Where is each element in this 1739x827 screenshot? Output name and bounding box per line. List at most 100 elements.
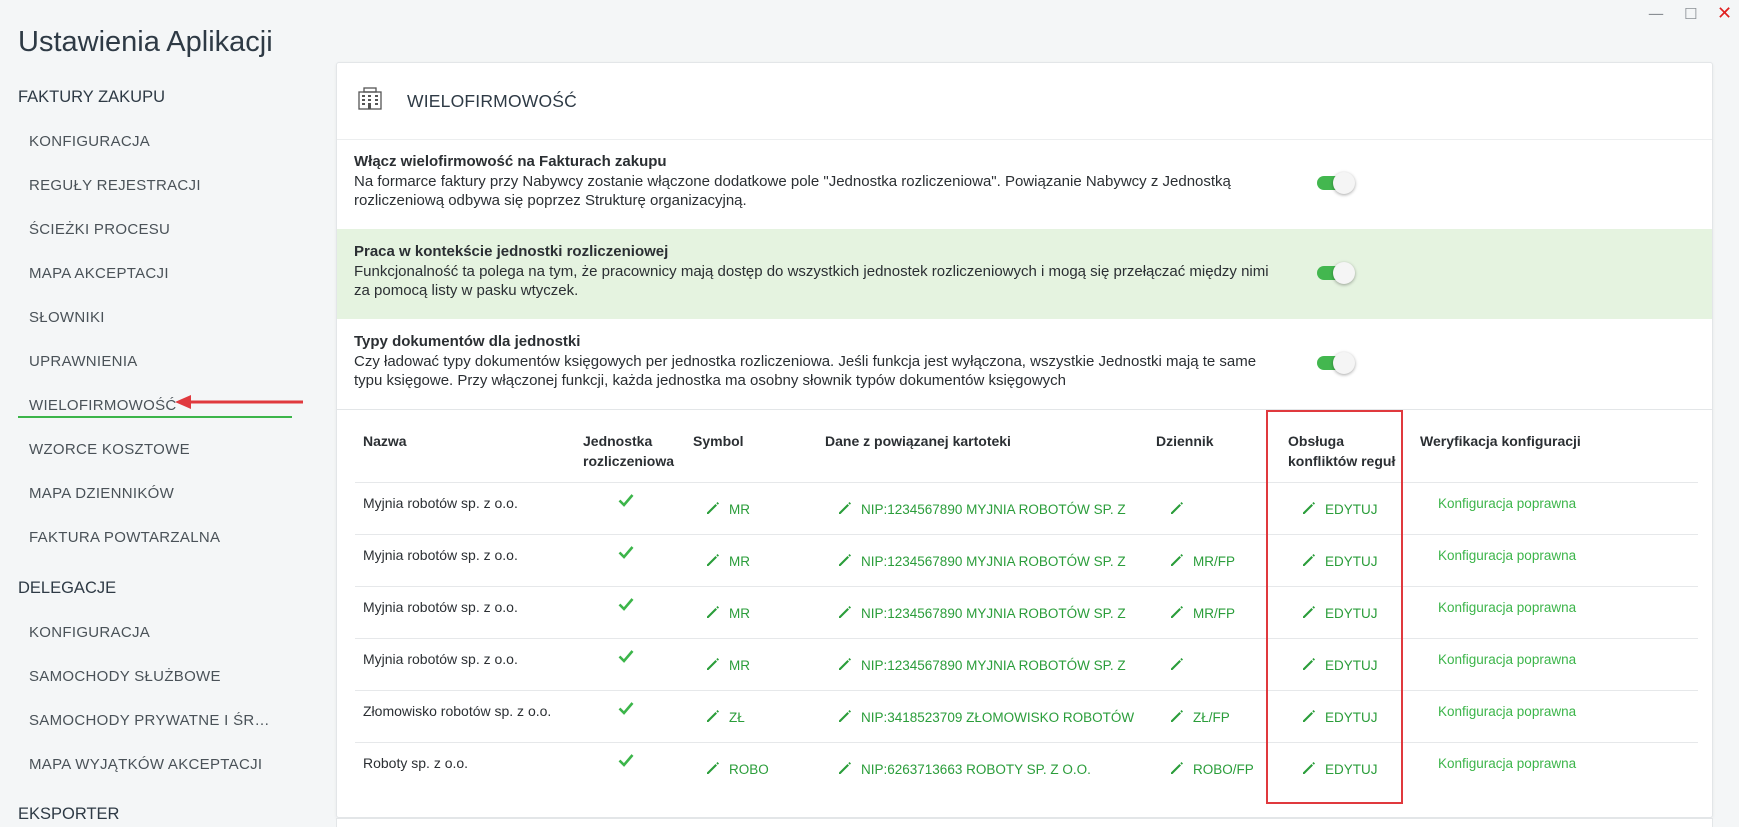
sidebar-item[interactable]: REGUŁY REJESTRACJI bbox=[29, 177, 201, 194]
col-header-symbol: Symbol bbox=[693, 433, 744, 449]
unit-name: Myjnia robotów sp. z o.o. bbox=[363, 547, 518, 563]
checkmark-icon bbox=[618, 650, 634, 663]
verification-status-link[interactable]: Konfiguracja poprawna bbox=[1438, 756, 1576, 771]
linked-data-value: NIP:1234567890 MYJNIA ROBOTÓW SP. Z bbox=[861, 502, 1126, 517]
table-row: Myjnia robotów sp. z o.o. MR NIP:123456789… bbox=[355, 482, 1698, 535]
checkmark-icon bbox=[618, 546, 634, 559]
toggle-knob bbox=[1333, 262, 1355, 284]
option-document-types: Typy dokumentów dla jednostki Czy ładowa… bbox=[337, 319, 1712, 409]
verification-status-link[interactable]: Konfiguracja poprawna bbox=[1438, 704, 1576, 719]
unit-name: Myjnia robotów sp. z o.o. bbox=[363, 495, 518, 511]
unit-name: Złomowisko robotów sp. z o.o. bbox=[363, 703, 552, 719]
sidebar-section-header: FAKTURY ZAKUPU bbox=[18, 88, 166, 106]
sidebar-item[interactable]: SAMOCHODY PRYWATNE I ŚROD… bbox=[29, 712, 279, 729]
sidebar-item[interactable]: WIELOFIRMOWOŚĆ bbox=[29, 397, 177, 414]
option-multi-company: Włącz wielofirmowość na Fakturach zakupu… bbox=[337, 139, 1712, 229]
verification-status-link[interactable]: Konfiguracja poprawna bbox=[1438, 600, 1576, 615]
linked-data-value: NIP:1234567890 MYJNIA ROBOTÓW SP. Z bbox=[861, 606, 1126, 621]
sidebar-item[interactable]: MAPA AKCEPTACJI bbox=[29, 265, 169, 282]
verification-status-link[interactable]: Konfiguracja poprawna bbox=[1438, 548, 1576, 563]
journal-value: MR/FP bbox=[1193, 606, 1235, 621]
checkmark-icon bbox=[618, 494, 634, 507]
sidebar-item[interactable]: WZORCE KOSZTOWE bbox=[29, 441, 190, 458]
col-header-journal: Dziennik bbox=[1156, 433, 1214, 449]
sidebar: Ustawienia Aplikacji FAKTURY ZAKUPU KONFI… bbox=[0, 0, 330, 826]
journal-value: MR/FP bbox=[1193, 554, 1235, 569]
symbol-value: ROBO bbox=[729, 762, 769, 777]
option-title: Praca w kontekście jednostki rozliczenio… bbox=[354, 243, 669, 260]
option-description-line: rozliczeniową odbywa się poprzez Struktu… bbox=[354, 192, 747, 209]
col-header-verification: Weryfikacja konfiguracji bbox=[1420, 433, 1581, 449]
settings-panel: WIELOFIRMOWOŚĆ Włącz wielofirmowość na F… bbox=[336, 62, 1713, 818]
minimize-button[interactable]: — bbox=[1648, 4, 1664, 24]
table-row: Myjnia robotów sp. z o.o. MR NIP:123456789… bbox=[355, 534, 1698, 587]
col-header-name: Nazwa bbox=[363, 433, 407, 449]
sidebar-item[interactable]: ŚCIEŻKI PROCESU bbox=[29, 221, 170, 238]
sidebar-item[interactable]: FAKTURA POWTARZALNA bbox=[29, 529, 220, 546]
table-row: Myjnia robotów sp. z o.o. MR NIP:123456789… bbox=[355, 638, 1698, 691]
document-types-toggle[interactable] bbox=[1317, 352, 1355, 374]
option-description-line: Funkcjonalność ta polega na tym, że prac… bbox=[354, 263, 1269, 280]
linked-data-value: NIP:1234567890 MYJNIA ROBOTÓW SP. Z bbox=[861, 658, 1126, 673]
rule-conflicts-label: EDYTUJ bbox=[1325, 606, 1378, 621]
active-item-underline bbox=[18, 416, 292, 418]
symbol-value: MR bbox=[729, 606, 750, 621]
panel-title: WIELOFIRMOWOŚĆ bbox=[407, 91, 578, 111]
col-header-rule-conflicts: Obsługa konfliktów reguł bbox=[1288, 432, 1395, 471]
col-header-unit: Jednostka rozliczeniowa bbox=[583, 432, 674, 471]
table-row: Myjnia robotów sp. z o.o. MR NIP:123456789… bbox=[355, 586, 1698, 639]
rule-conflicts-label: EDYTUJ bbox=[1325, 762, 1378, 777]
col-header-linked-data: Dane z powiązanej kartoteki bbox=[825, 433, 1011, 449]
sidebar-item[interactable]: MAPA DZIENNIKÓW bbox=[29, 485, 174, 502]
maximize-button[interactable]: ☐ bbox=[1684, 4, 1697, 24]
close-button[interactable]: ✕ bbox=[1717, 4, 1732, 24]
sidebar-item[interactable]: SAMOCHODY SŁUŻBOWE bbox=[29, 668, 221, 685]
unit-context-toggle[interactable] bbox=[1317, 262, 1355, 284]
journal-value: ZŁ/FP bbox=[1193, 710, 1230, 725]
sidebar-item[interactable]: UPRAWNIENIA bbox=[29, 353, 138, 370]
verification-status-link[interactable]: Konfiguracja poprawna bbox=[1438, 652, 1576, 667]
col-header-unit-line: Jednostka bbox=[583, 433, 653, 449]
rule-conflicts-label: EDYTUJ bbox=[1325, 658, 1378, 673]
app-title: Ustawienia Aplikacji bbox=[18, 26, 273, 58]
table-row: Złomowisko robotów sp. z o.o. ZŁ NIP:34185… bbox=[355, 690, 1698, 743]
linked-data-value: NIP:6263713663 ROBOTY SP. Z O.O. bbox=[861, 762, 1091, 777]
unit-name: Myjnia robotów sp. z o.o. bbox=[363, 651, 518, 667]
toggle-knob bbox=[1333, 172, 1355, 194]
table-row: Roboty sp. z o.o. ROBO NIP:6263713663 ROBO… bbox=[355, 742, 1698, 795]
multi-company-toggle[interactable] bbox=[1317, 172, 1355, 194]
option-description-line: typu księgowe. Przy włączonej funkcji, k… bbox=[354, 372, 1067, 389]
building-icon bbox=[358, 87, 382, 110]
panel-header: WIELOFIRMOWOŚĆ bbox=[337, 63, 1712, 140]
checkmark-icon bbox=[618, 702, 634, 715]
symbol-value: MR bbox=[729, 502, 750, 517]
checkmark-icon bbox=[618, 754, 634, 767]
col-header-rule-conflicts-line: Obsługa bbox=[1288, 433, 1345, 449]
rule-conflicts-label: EDYTUJ bbox=[1325, 502, 1378, 517]
unit-name: Roboty sp. z o.o. bbox=[363, 755, 469, 771]
journal-value: ROBO/FP bbox=[1193, 762, 1254, 777]
sidebar-item[interactable]: KONFIGURACJA bbox=[29, 624, 150, 641]
sidebar-section-header: EKSPORTER bbox=[18, 805, 120, 823]
linked-data-value: NIP:1234567890 MYJNIA ROBOTÓW SP. Z bbox=[861, 554, 1126, 569]
option-description-line: Na formarce faktury przy Nabywcy zostani… bbox=[354, 173, 1231, 190]
col-header-unit-line: rozliczeniowa bbox=[583, 452, 675, 469]
sidebar-item[interactable]: KONFIGURACJA bbox=[29, 133, 150, 150]
option-title: Włącz wielofirmowość na Fakturach zakupu bbox=[354, 153, 667, 170]
symbol-value: ZŁ bbox=[729, 710, 745, 725]
sidebar-item[interactable]: MAPA WYJĄTKÓW AKCEPTACJI bbox=[29, 756, 262, 773]
checkmark-icon bbox=[618, 598, 634, 611]
rule-conflicts-label: EDYTUJ bbox=[1325, 710, 1378, 725]
symbol-value: MR bbox=[729, 554, 750, 569]
units-table: Nazwa Jednostka rozliczeniowa Symbol Dan… bbox=[337, 409, 1712, 804]
sidebar-item[interactable]: SŁOWNIKI bbox=[29, 309, 105, 326]
col-header-rule-conflicts-line: konfliktów reguł bbox=[1288, 452, 1396, 469]
sidebar-section-header: DELEGACJE bbox=[18, 579, 117, 597]
toggle-knob bbox=[1333, 352, 1355, 374]
red-arrow-annotation bbox=[175, 395, 303, 409]
verification-status-link[interactable]: Konfiguracja poprawna bbox=[1438, 496, 1576, 511]
option-description-line: Czy ładować typy dokumentów księgowych p… bbox=[354, 353, 1257, 370]
unit-name: Myjnia robotów sp. z o.o. bbox=[363, 599, 518, 615]
option-unit-context: Praca w kontekście jednostki rozliczenio… bbox=[337, 229, 1712, 319]
rule-conflicts-label: EDYTUJ bbox=[1325, 554, 1378, 569]
